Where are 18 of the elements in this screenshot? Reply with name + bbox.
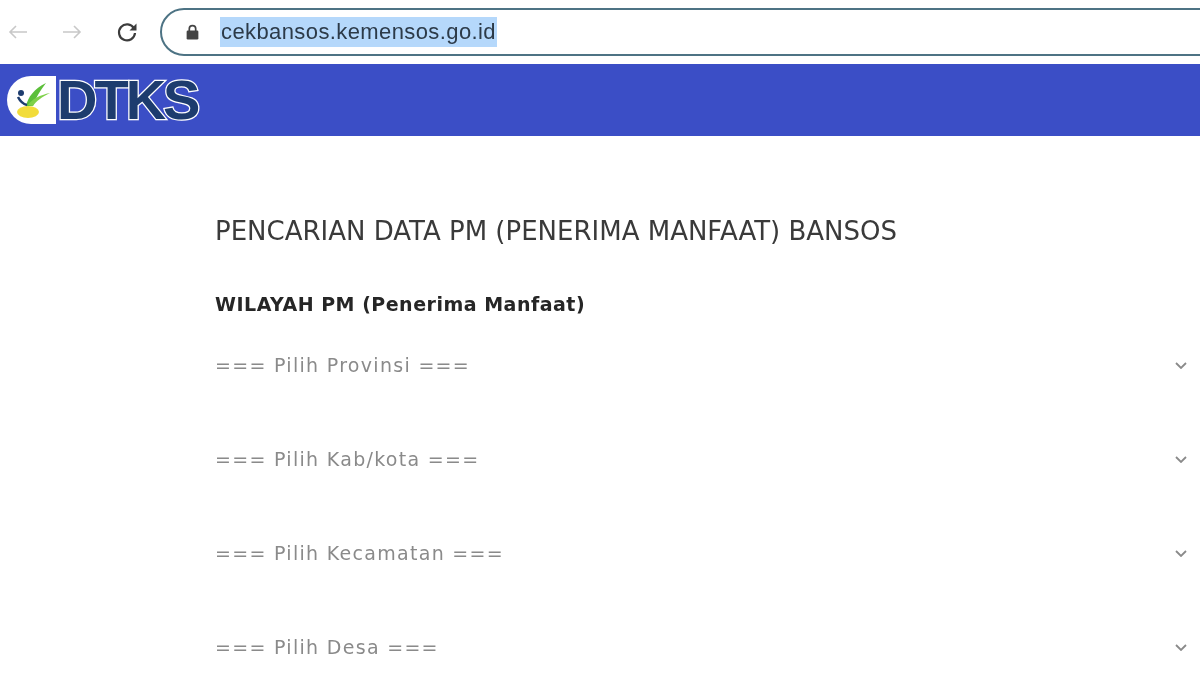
arrow-right-icon [62, 24, 82, 40]
dropdown[interactable]: === Pilih Kecamatan === [215, 533, 1195, 573]
dropdown[interactable]: === Pilih Desa === [215, 627, 1195, 667]
logo-icon [6, 75, 56, 125]
chevron-down-icon [1175, 643, 1187, 651]
chevron-down-icon [1175, 361, 1187, 369]
dropdown[interactable]: === Pilih Kab/kota === [215, 439, 1195, 479]
section-label: WILAYAH PM (Penerima Manfaat) [215, 292, 587, 316]
dropdown[interactable]: === Pilih Provinsi === [215, 345, 1195, 385]
chevron-down-icon [1175, 549, 1187, 557]
address-bar[interactable]: cekbansos.kemensos.go.id [160, 8, 1200, 56]
lock-icon [186, 24, 199, 40]
chevron-down-icon [1175, 455, 1187, 463]
url-text: cekbansos.kemensos.go.id [220, 17, 497, 47]
logo-text: DTKS [57, 74, 198, 126]
page-title: PENCARIAN DATA PM (PENERIMA MANFAAT) BANSOS [215, 215, 899, 248]
reload-icon [116, 21, 138, 43]
arrow-left-icon [8, 24, 28, 40]
